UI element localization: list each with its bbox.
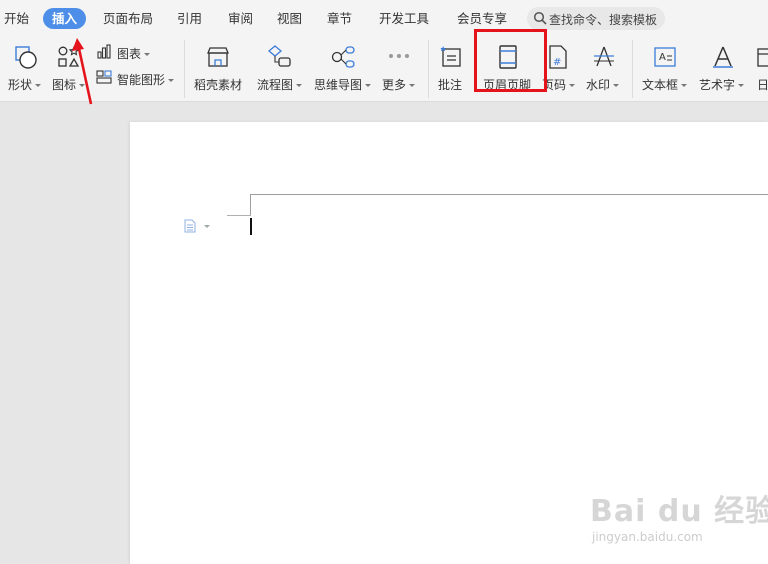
wordart-button[interactable]: 艺术字 (698, 40, 750, 96)
shapes-icon (15, 46, 37, 69)
svg-text:#: # (553, 57, 561, 68)
materials-label: 稻壳素材 (194, 78, 243, 92)
smart-art-icon (96, 70, 112, 84)
shapes-label: 形状 (8, 78, 33, 92)
menu-bar: 开始 插入 页面布局 引用 审阅 视图 章节 开发工具 会员专享 查找命令、搜索… (0, 0, 768, 36)
tab-start[interactable]: 开始 (4, 8, 29, 29)
chart-button[interactable]: 图表 (96, 42, 156, 62)
icons-button[interactable]: 图标 (50, 40, 90, 96)
shapes-button[interactable]: 形状 (6, 40, 46, 96)
icons-icon (58, 45, 80, 67)
source-watermark: Bai du 经验 jingyan.baidu.com (590, 486, 768, 556)
watermark-button[interactable]: 水印 (585, 40, 625, 96)
tab-view[interactable]: 视图 (277, 8, 302, 29)
comment-button[interactable]: 批注 (434, 40, 470, 96)
watermark-label: 水印 (586, 78, 611, 92)
text-cursor (250, 218, 252, 235)
more-label: 更多 (382, 78, 407, 92)
insert-ribbon: 形状 图标 图表 智能图形 稻壳素材 流程图 思维导图 更多 批注 页眉页脚 #… (0, 36, 768, 102)
chart-icon (97, 44, 111, 59)
materials-button[interactable]: 稻壳素材 (190, 40, 246, 96)
svg-text:A: A (659, 52, 666, 63)
tab-page-layout[interactable]: 页面布局 (103, 8, 153, 29)
calendar-icon (757, 48, 768, 67)
flowchart-button[interactable]: 流程图 (254, 40, 310, 96)
wordart-label: 艺术字 (699, 78, 736, 92)
mindmap-button[interactable]: 思维导图 (312, 40, 376, 96)
date-button[interactable]: 日 (754, 40, 768, 96)
wordart-icon (713, 46, 733, 68)
comment-icon (440, 46, 461, 67)
header-margin-line (250, 194, 768, 195)
materials-icon (207, 47, 229, 67)
margin-corner-mark (250, 194, 251, 216)
tab-review[interactable]: 审阅 (228, 8, 253, 29)
tab-references[interactable]: 引用 (177, 8, 202, 29)
ribbon-divider (184, 40, 185, 98)
textbox-button[interactable]: A 文本框 (640, 40, 692, 96)
flowchart-icon (267, 45, 291, 67)
watermark-main-text: Bai du 经验 (590, 494, 768, 529)
textbox-label: 文本框 (642, 78, 679, 92)
watermark-url: jingyan.baidu.com (592, 530, 703, 544)
ribbon-divider (632, 40, 633, 98)
search-icon (533, 11, 547, 25)
smart-art-button[interactable]: 智能图形 (96, 68, 180, 88)
more-button[interactable]: 更多 (380, 40, 420, 96)
watermark-icon (594, 46, 614, 67)
tab-member[interactable]: 会员专享 (457, 8, 507, 29)
smart-art-label: 智能图形 (117, 73, 166, 87)
tab-insert[interactable]: 插入 (43, 8, 87, 29)
paragraph-menu-icon[interactable] (184, 219, 212, 233)
header-footer-highlight (474, 29, 547, 92)
date-label: 日 (757, 78, 768, 92)
mindmap-icon (331, 46, 355, 68)
search-placeholder: 查找命令、搜索模板 (549, 13, 658, 27)
page-number-icon: # (549, 45, 567, 69)
search-input[interactable]: 查找命令、搜索模板 (527, 7, 665, 30)
tab-developer[interactable]: 开发工具 (379, 8, 429, 29)
flowchart-label: 流程图 (257, 78, 294, 92)
tab-section[interactable]: 章节 (327, 8, 352, 29)
comment-label: 批注 (438, 78, 463, 92)
margin-corner-mark (227, 215, 251, 216)
textbox-icon: A (654, 47, 676, 67)
ribbon-divider (428, 40, 429, 98)
mindmap-label: 思维导图 (314, 78, 363, 92)
chart-label: 图表 (117, 47, 142, 61)
more-icon (389, 54, 409, 58)
icons-label: 图标 (52, 78, 77, 92)
